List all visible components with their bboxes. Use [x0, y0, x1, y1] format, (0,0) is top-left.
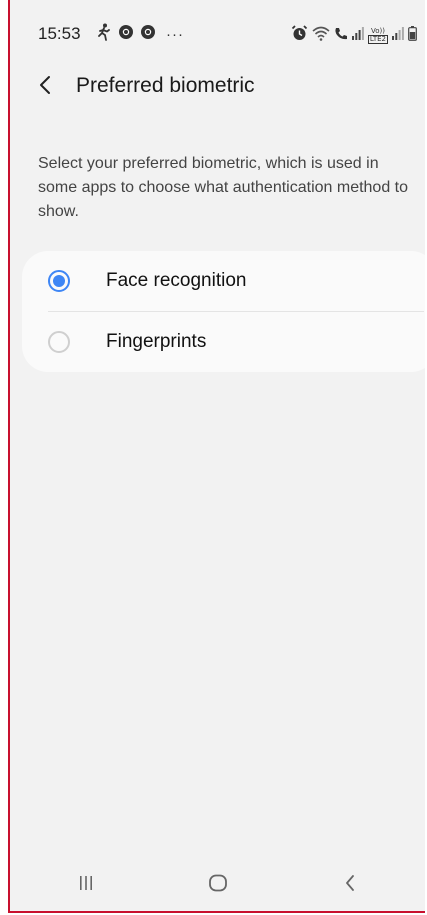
status-time: 15:53 — [38, 24, 81, 43]
call-icon — [334, 26, 348, 46]
nav-back-button[interactable] — [330, 868, 370, 902]
option-face-recognition[interactable]: Face recognition — [22, 251, 425, 311]
navigation-bar — [10, 860, 425, 910]
chrome-icon — [140, 24, 156, 45]
biometric-options-card: Face recognition Fingerprints — [22, 251, 425, 372]
status-bar: 15:53 ··· Vo)) LTE2 — [10, 0, 425, 64]
back-icon — [344, 874, 356, 897]
option-label: Face recognition — [106, 270, 247, 291]
chevron-left-icon — [38, 75, 52, 100]
recents-icon — [77, 874, 95, 897]
phone-screen: 15:53 ··· Vo)) LTE2 Preferred biometric … — [8, 0, 425, 913]
back-button[interactable] — [30, 72, 60, 102]
page-title: Preferred biometric — [76, 74, 255, 97]
option-fingerprints[interactable]: Fingerprints — [22, 312, 425, 372]
more-dots-icon: ··· — [166, 26, 184, 43]
recents-button[interactable] — [66, 868, 106, 902]
chrome-icon — [118, 24, 134, 45]
volte-lte-icon: Vo)) LTE2 — [367, 26, 388, 44]
app-header: Preferred biometric — [10, 64, 425, 110]
alarm-icon — [291, 25, 308, 46]
lte-label: LTE2 — [367, 34, 388, 44]
radio-button-selected[interactable] — [48, 270, 70, 292]
signal-icon — [392, 26, 404, 45]
description-text: Select your preferred biometric, which i… — [38, 155, 409, 220]
signal-icon — [351, 26, 364, 45]
battery-icon — [408, 25, 417, 46]
volte-label: Vo)) — [370, 26, 385, 35]
radio-button-unselected[interactable] — [48, 331, 70, 353]
status-right-icons: Vo)) LTE2 — [291, 25, 417, 46]
status-left-icons: ··· — [96, 23, 184, 46]
home-icon — [208, 873, 228, 898]
wifi-icon — [312, 26, 330, 46]
home-button[interactable] — [198, 868, 238, 902]
option-label: Fingerprints — [106, 331, 207, 352]
walking-person-icon — [96, 23, 112, 46]
